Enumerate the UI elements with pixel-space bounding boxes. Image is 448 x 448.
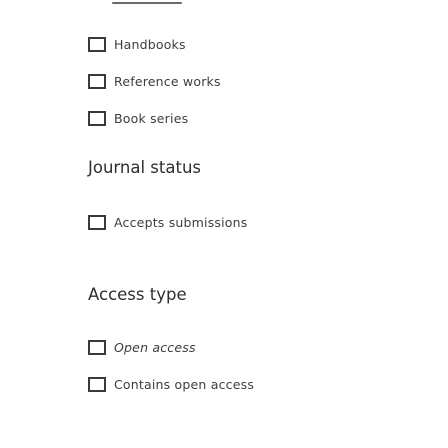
filter-option-label: Reference works <box>114 73 221 89</box>
clipped-label-fragment <box>112 2 182 4</box>
filter-panel: Handbooks Reference works Book series Jo… <box>0 0 448 448</box>
section-title-access-type: Access type <box>88 285 187 304</box>
filter-option-handbooks[interactable]: Handbooks <box>88 33 186 55</box>
filter-option-contains-open-access[interactable]: Contains open access <box>88 373 254 395</box>
filter-option-label: Contains open access <box>114 376 255 392</box>
section-title-journal-status: Journal status <box>88 158 202 177</box>
filter-option-accepts-submissions[interactable]: Accepts submissions <box>88 211 248 233</box>
filter-option-book-series[interactable]: Book series <box>88 107 188 129</box>
checkbox[interactable] <box>88 214 106 230</box>
checkbox[interactable] <box>88 339 106 355</box>
filter-option-label: Open access <box>114 339 196 355</box>
filter-option-label: Book series <box>114 110 189 126</box>
checkbox[interactable] <box>88 36 106 52</box>
checkbox[interactable] <box>88 376 106 392</box>
filter-option-reference-works[interactable]: Reference works <box>88 70 221 92</box>
clipped-filter-item[interactable] <box>88 0 208 6</box>
filter-option-label: Handbooks <box>114 36 186 52</box>
filter-option-open-access[interactable]: Open access <box>88 336 196 358</box>
checkbox[interactable] <box>88 110 106 126</box>
filter-option-label: Accepts submissions <box>114 214 248 230</box>
checkbox[interactable] <box>88 73 106 89</box>
